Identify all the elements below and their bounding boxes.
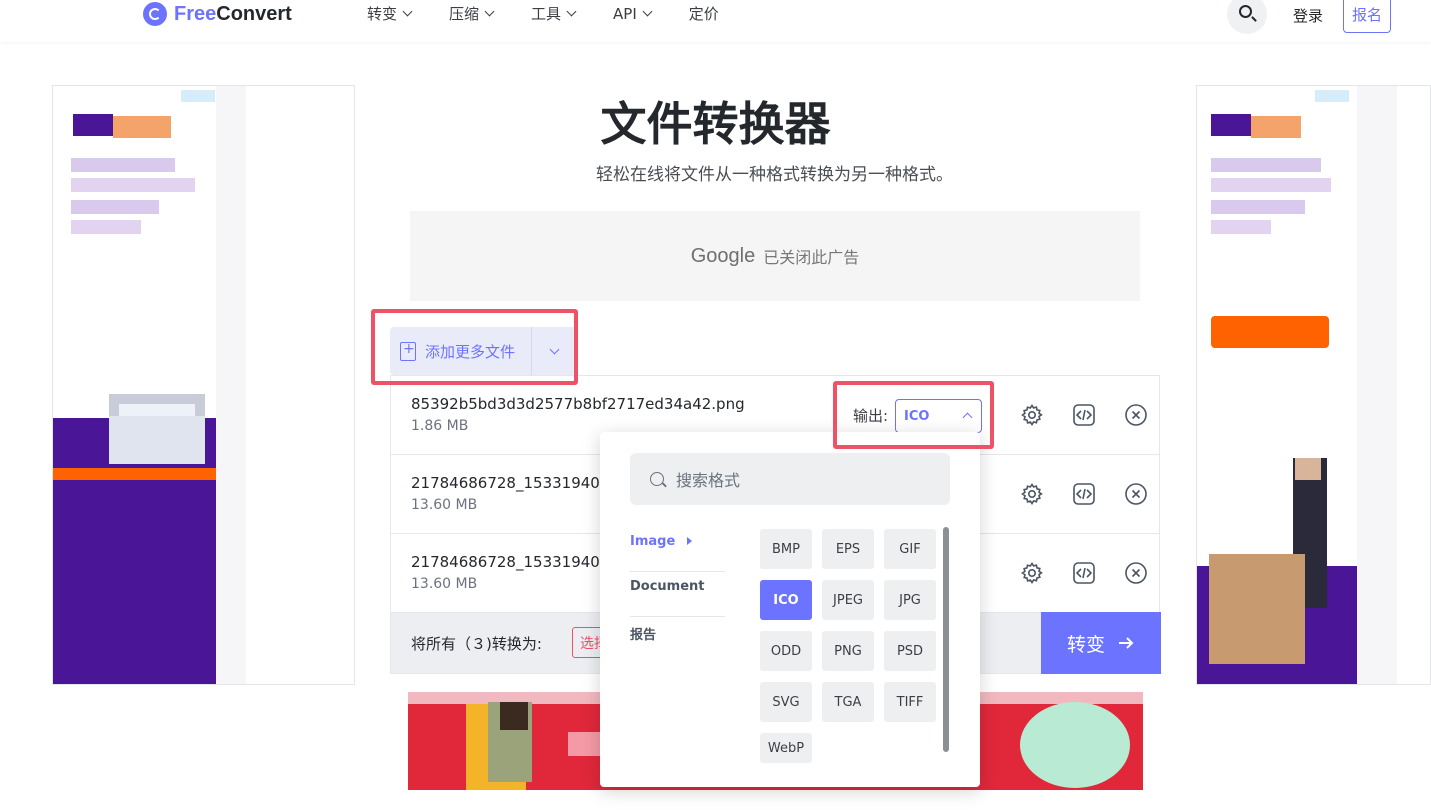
remove-file-icon[interactable] <box>1123 402 1149 428</box>
freeconvert-logo[interactable]: FreeConvert <box>143 2 292 26</box>
signup-button[interactable]: 报名 <box>1343 0 1391 33</box>
nav-api[interactable]: API <box>613 3 653 24</box>
format-option-jpeg[interactable]: JPEG <box>822 580 874 620</box>
chevron-down-icon <box>484 6 495 17</box>
file-size: 1.86 MB <box>411 418 469 434</box>
search-button[interactable] <box>1227 0 1267 34</box>
page-title: 文件转换器 <box>600 97 831 151</box>
file-size: 13.60 MB <box>411 497 478 513</box>
format-option-tga[interactable]: TGA <box>822 682 874 722</box>
embed-code-icon[interactable] <box>1071 402 1097 428</box>
page-subtitle: 轻松在线将文件从一种格式转换为另一种格式。 <box>596 165 953 185</box>
category-report[interactable]: 报告 <box>630 617 725 662</box>
format-option-tiff[interactable]: TIFF <box>884 682 936 722</box>
convert-button-label: 转变 <box>1066 633 1105 656</box>
freeconvert-logo-icon <box>143 2 167 26</box>
add-more-files-label: 添加更多文件 <box>425 342 516 361</box>
format-option-bmp[interactable]: BMP <box>760 529 812 569</box>
file-name: 85392b5bd3d3d2577b8bf2717ed34a42.png <box>411 395 745 413</box>
add-source-dropdown-toggle[interactable] <box>532 327 576 375</box>
format-search-input[interactable]: 搜索格式 <box>630 453 950 505</box>
chevron-down-icon <box>566 6 577 17</box>
google-logo: Google <box>690 244 756 267</box>
format-dropdown: 搜索格式 Image Document 报告 BMP EPS GIF ICO J… <box>600 432 980 787</box>
format-categories: Image Document 报告 <box>630 527 725 662</box>
nav-convert[interactable]: 转变 <box>367 3 413 24</box>
file-name: 21784686728_153319406 <box>411 553 610 571</box>
format-option-webp[interactable]: WebP <box>760 733 812 763</box>
add-more-files-button[interactable]: 添加更多文件 <box>390 327 532 375</box>
embed-code-icon[interactable] <box>1071 481 1097 507</box>
logo-text-convert: Convert <box>216 2 292 25</box>
chevron-down-icon <box>402 6 413 17</box>
output-format-value: ICO <box>904 408 930 424</box>
main-nav: 转变 压缩 工具 API 定价 <box>367 3 719 24</box>
caret-right-icon <box>687 537 693 545</box>
remove-file-icon[interactable] <box>1123 481 1149 507</box>
output-format-select[interactable]: ICO <box>895 399 982 433</box>
search-icon <box>650 472 664 486</box>
format-option-ico[interactable]: ICO <box>760 580 812 620</box>
category-document[interactable]: Document <box>630 572 725 617</box>
format-option-svg[interactable]: SVG <box>760 682 812 722</box>
category-image[interactable]: Image <box>630 527 725 572</box>
ad-closed-text: 已关闭此广告 <box>763 248 860 267</box>
format-option-eps[interactable]: EPS <box>822 529 874 569</box>
chevron-down-icon <box>642 6 653 17</box>
format-grid: BMP EPS GIF ICO JPEG JPG ODD PNG PSD SVG… <box>760 529 940 763</box>
arrow-right-icon <box>1119 637 1134 649</box>
format-option-png[interactable]: PNG <box>822 631 874 671</box>
convert-button[interactable]: 转变 <box>1041 612 1161 674</box>
format-option-jpg[interactable]: JPG <box>884 580 936 620</box>
top-header: FreeConvert 转变 压缩 工具 API 定价 登录 报名 <box>0 0 1431 42</box>
login-link[interactable]: 登录 <box>1293 5 1323 26</box>
settings-gear-icon[interactable] <box>1019 560 1045 586</box>
format-option-psd[interactable]: PSD <box>884 631 936 671</box>
closed-ad-notice: Google 已关闭此广告 <box>410 211 1140 301</box>
file-add-icon <box>400 341 416 361</box>
nav-tools[interactable]: 工具 <box>531 3 577 24</box>
search-icon <box>1239 5 1252 18</box>
add-more-files-control: 添加更多文件 <box>390 327 576 375</box>
settings-gear-icon[interactable] <box>1019 402 1045 428</box>
chevron-up-icon <box>962 412 973 423</box>
file-name: 21784686728_153319406 <box>411 474 610 492</box>
nav-compress[interactable]: 压缩 <box>449 3 495 24</box>
chevron-down-icon <box>549 344 559 354</box>
format-list-scrollbar[interactable] <box>943 527 949 752</box>
embed-code-icon[interactable] <box>1071 560 1097 586</box>
format-search-placeholder: 搜索格式 <box>676 471 741 490</box>
logo-text-free: Free <box>174 2 217 25</box>
format-option-odd[interactable]: ODD <box>760 631 812 671</box>
file-size: 13.60 MB <box>411 576 478 592</box>
settings-gear-icon[interactable] <box>1019 481 1045 507</box>
format-option-gif[interactable]: GIF <box>884 529 936 569</box>
remove-file-icon[interactable] <box>1123 560 1149 586</box>
output-label: 输出: <box>853 407 889 425</box>
nav-pricing[interactable]: 定价 <box>689 3 719 24</box>
convert-all-label: 将所有（３)转换为: <box>411 635 542 653</box>
